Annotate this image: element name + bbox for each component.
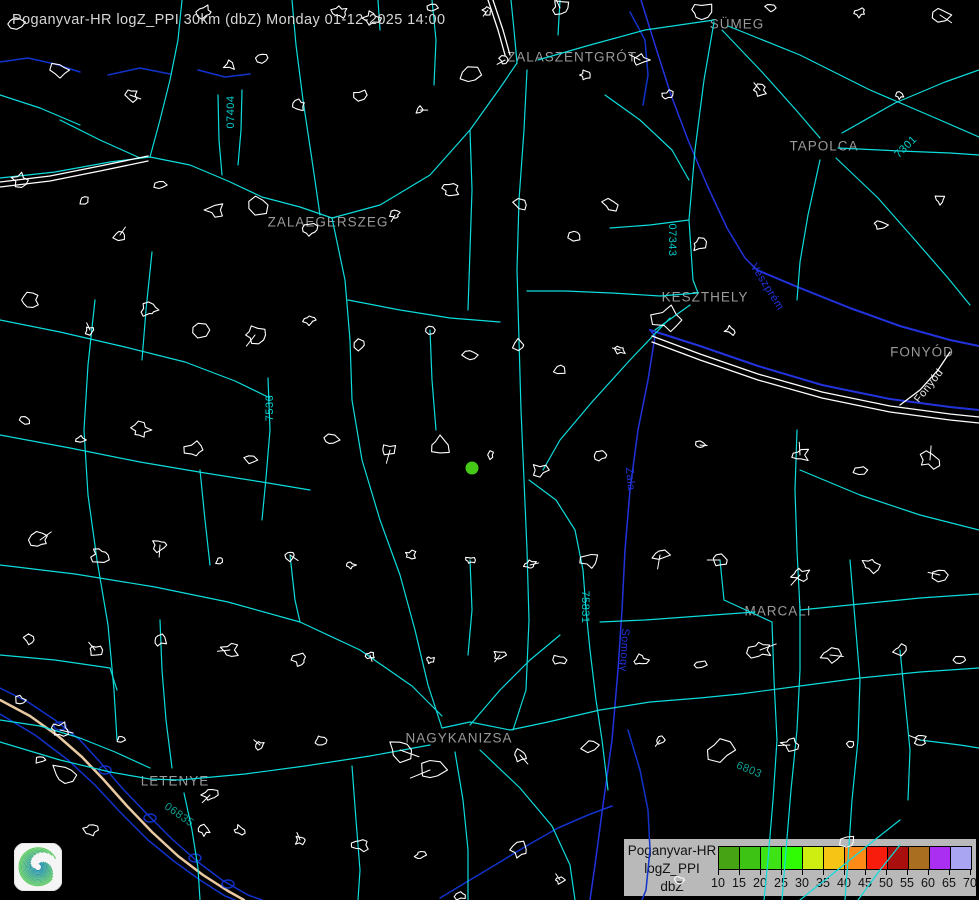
radar-screen: Poganyvar-HR logZ_PPI dbZ 10152025303540… xyxy=(0,0,979,900)
water-and-county-layer xyxy=(0,0,979,900)
radar-title-text: Poganyvar-HR logZ_PPI 30km (dbZ) Monday … xyxy=(12,12,445,28)
radar-map-image xyxy=(0,0,979,900)
road-network-layer xyxy=(0,0,979,900)
settlement-outline-layer xyxy=(8,0,966,900)
hungaromet-spiral-logo xyxy=(14,843,62,891)
main-road-rail-layer xyxy=(0,0,979,423)
radar-echo-blob xyxy=(466,462,479,475)
